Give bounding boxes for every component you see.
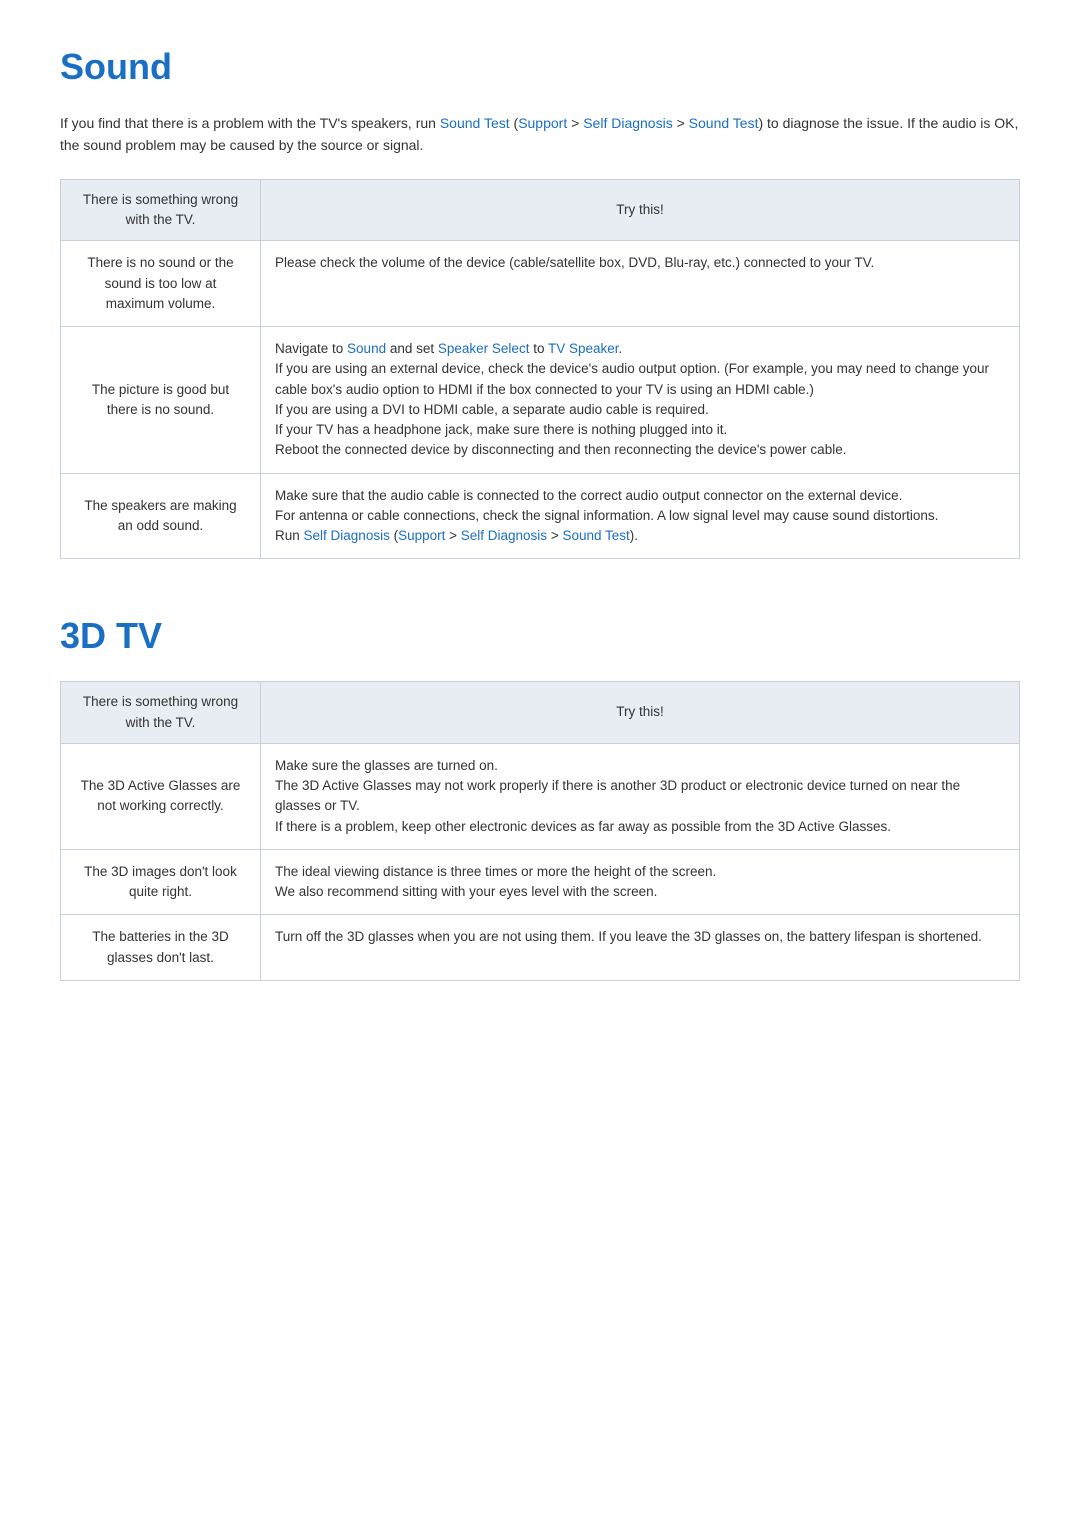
- problem-cell: The 3D Active Glasses are not working co…: [61, 743, 261, 849]
- sound-test-link2[interactable]: Sound Test: [689, 115, 759, 131]
- self-diagnosis-link1[interactable]: Self Diagnosis: [583, 115, 673, 131]
- inline-link[interactable]: Self Diagnosis: [304, 528, 390, 543]
- support-link1[interactable]: Support: [518, 115, 567, 131]
- tv3d-table: There is something wrong with the TV. Tr…: [60, 681, 1020, 981]
- problem-cell: The picture is good but there is no soun…: [61, 327, 261, 474]
- table-row: The 3D Active Glasses are not working co…: [61, 743, 1020, 849]
- problem-cell: There is no sound or the sound is too lo…: [61, 241, 261, 327]
- sound-intro-text1: If you find that there is a problem with…: [60, 115, 440, 131]
- inline-link[interactable]: Speaker Select: [438, 341, 530, 356]
- inline-link[interactable]: Sound: [347, 341, 386, 356]
- sound-col1-header: There is something wrong with the TV.: [61, 179, 261, 241]
- tv3d-col2-header: Try this!: [261, 682, 1020, 744]
- inline-link[interactable]: Self Diagnosis: [461, 528, 547, 543]
- solution-cell: Make sure the glasses are turned on.The …: [261, 743, 1020, 849]
- sound-intro-arrow1: >: [567, 115, 583, 131]
- table-row: The picture is good but there is no soun…: [61, 327, 1020, 474]
- inline-link[interactable]: Sound Test: [562, 528, 629, 543]
- tv3d-title: 3D TV: [60, 609, 1020, 663]
- table-row: There is no sound or the sound is too lo…: [61, 241, 1020, 327]
- sound-test-link1[interactable]: Sound Test: [440, 115, 510, 131]
- table-row: The 3D images don't look quite right.The…: [61, 849, 1020, 915]
- sound-col2-header: Try this!: [261, 179, 1020, 241]
- table-row: The batteries in the 3D glasses don't la…: [61, 915, 1020, 981]
- inline-link[interactable]: TV Speaker: [548, 341, 619, 356]
- solution-cell: Turn off the 3D glasses when you are not…: [261, 915, 1020, 981]
- problem-cell: The 3D images don't look quite right.: [61, 849, 261, 915]
- problem-cell: The speakers are making an odd sound.: [61, 473, 261, 559]
- solution-cell: Please check the volume of the device (c…: [261, 241, 1020, 327]
- inline-link[interactable]: Support: [398, 528, 445, 543]
- sound-table: There is something wrong with the TV. Tr…: [60, 179, 1020, 560]
- sound-intro: If you find that there is a problem with…: [60, 112, 1020, 157]
- solution-cell: Make sure that the audio cable is connec…: [261, 473, 1020, 559]
- tv3d-col1-header: There is something wrong with the TV.: [61, 682, 261, 744]
- sound-title: Sound: [60, 40, 1020, 94]
- sound-intro-arrow2: >: [673, 115, 689, 131]
- solution-cell: Navigate to Sound and set Speaker Select…: [261, 327, 1020, 474]
- solution-cell: The ideal viewing distance is three time…: [261, 849, 1020, 915]
- problem-cell: The batteries in the 3D glasses don't la…: [61, 915, 261, 981]
- table-row: The speakers are making an odd sound.Mak…: [61, 473, 1020, 559]
- sound-intro-mid1: (: [510, 115, 519, 131]
